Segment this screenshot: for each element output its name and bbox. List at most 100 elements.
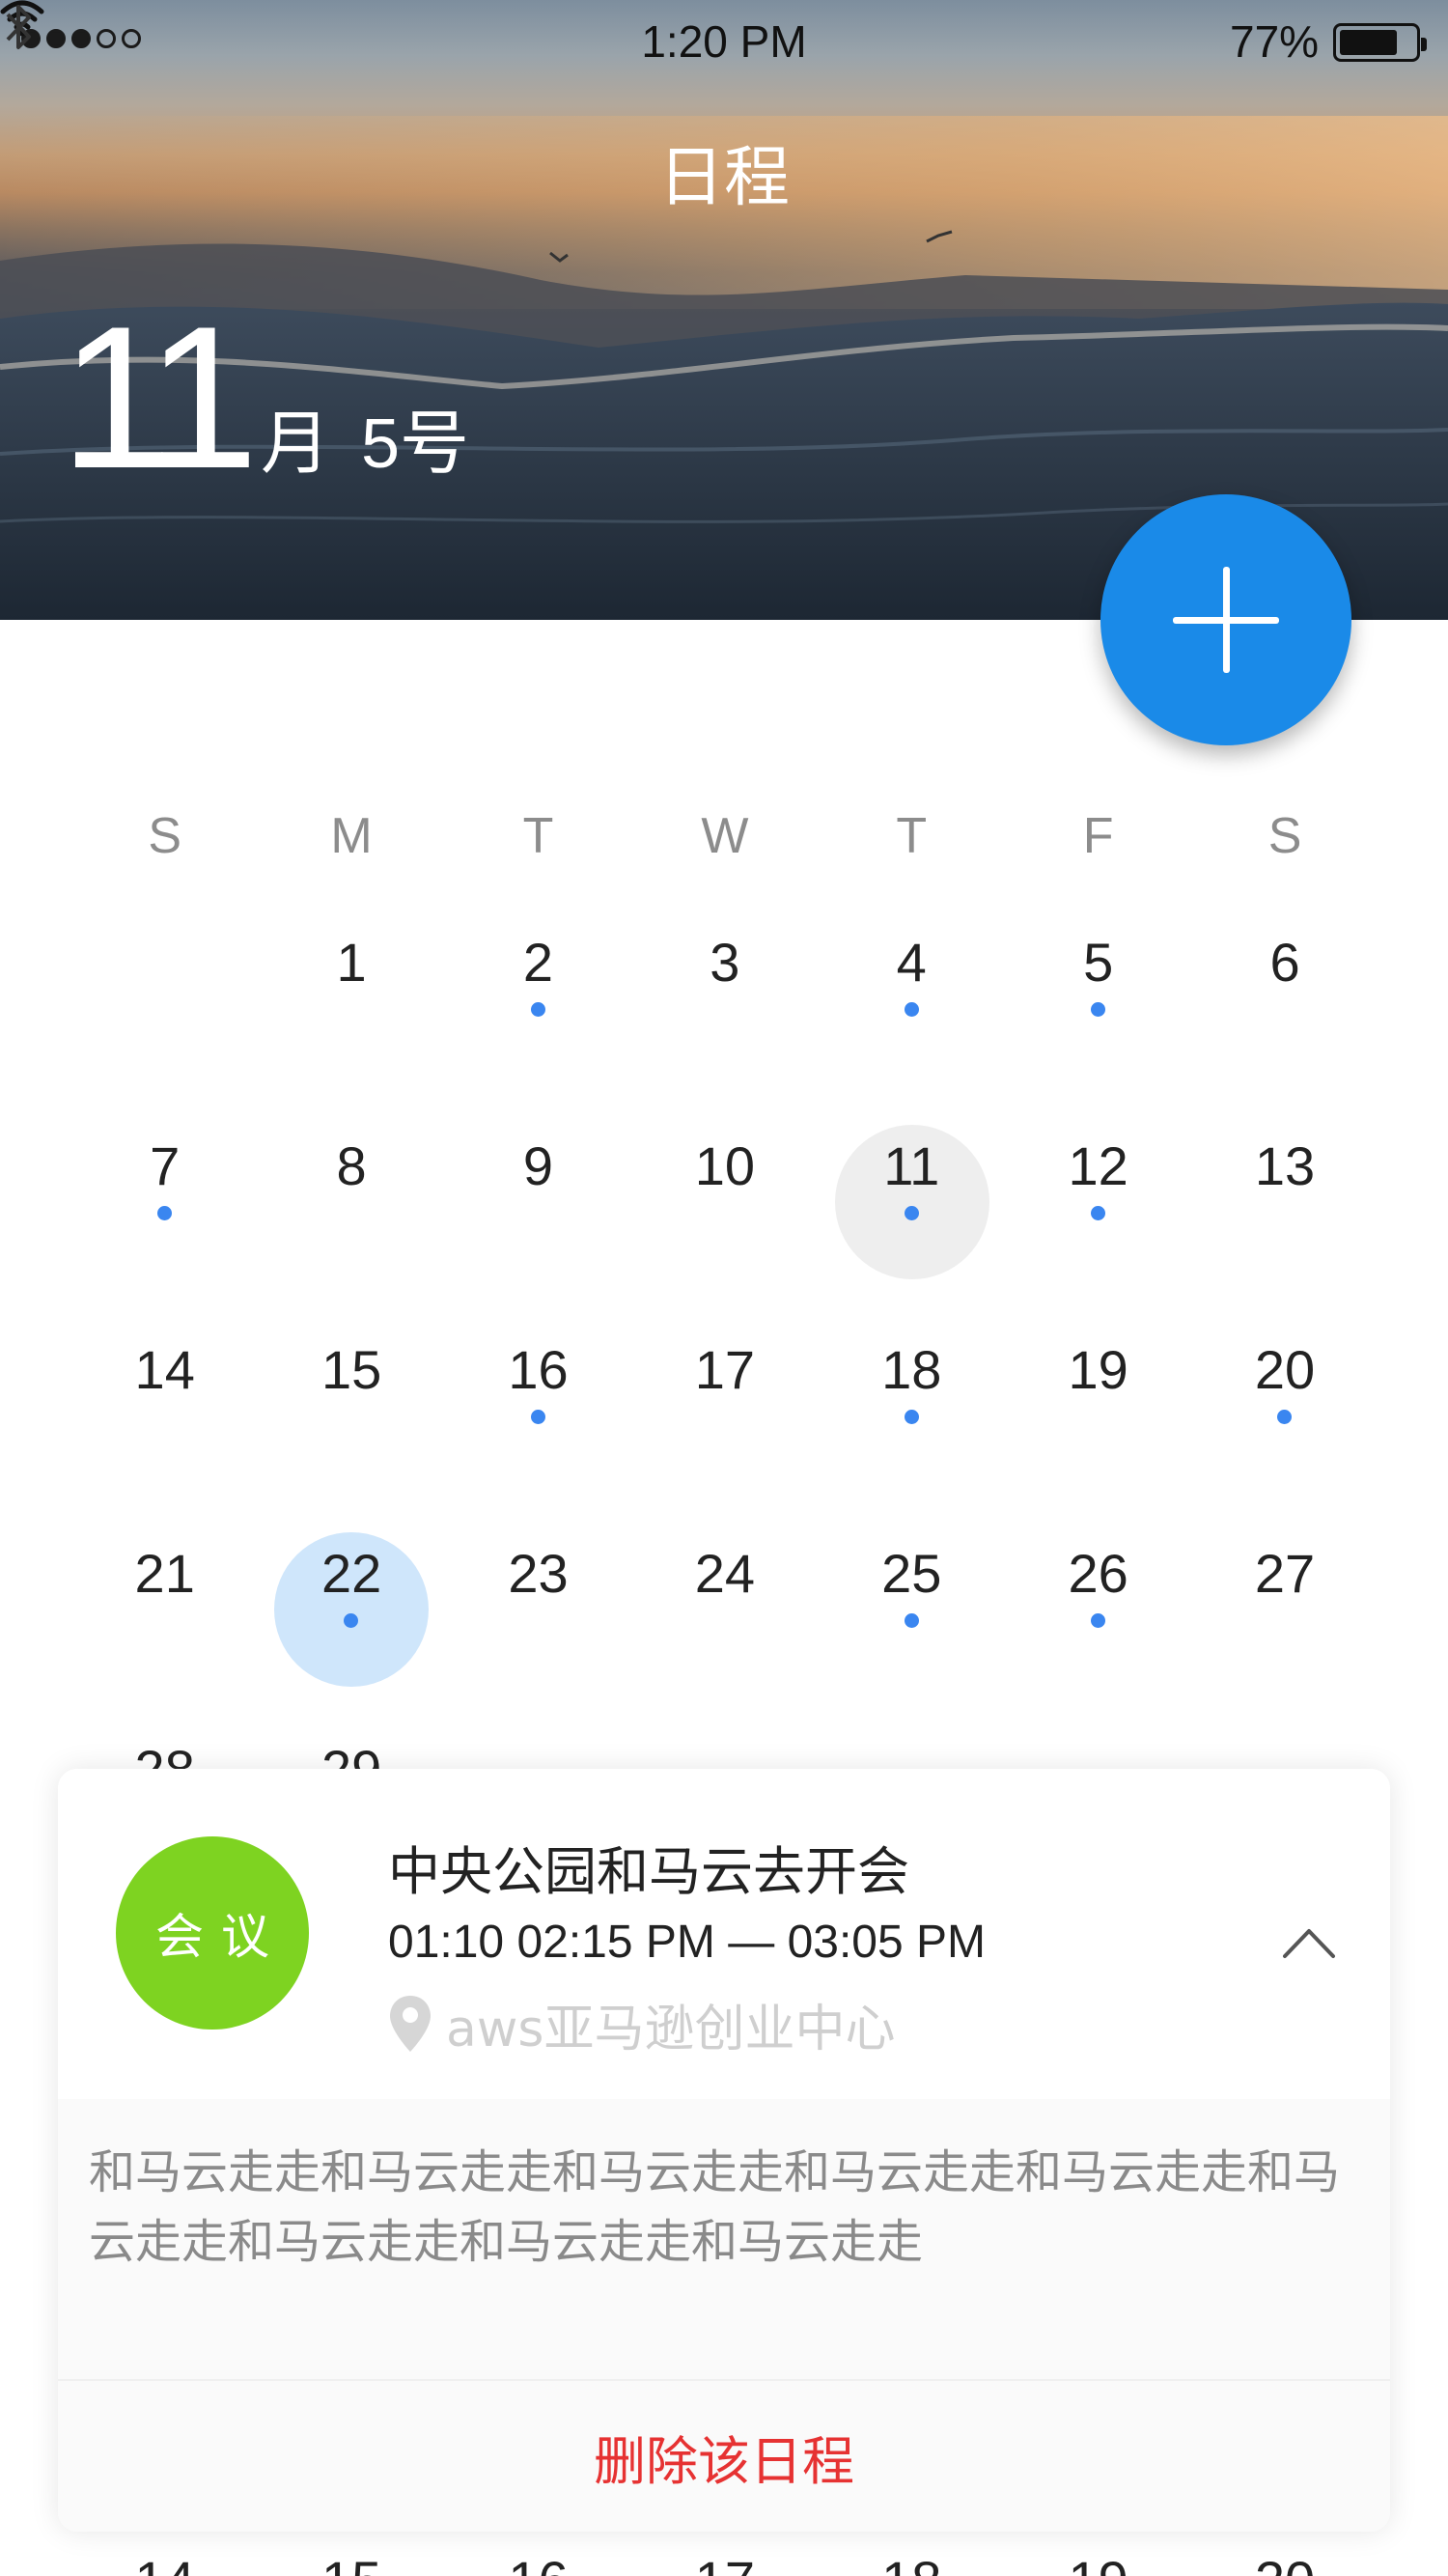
- date-day-number: 11: [60, 284, 259, 511]
- current-date: 11 月 5号: [60, 296, 470, 499]
- calendar-day-24[interactable]: 24: [631, 1490, 818, 1694]
- status-bar: 1:20 PM 77%: [0, 0, 1448, 85]
- calendar-day-number[interactable]: 19: [1005, 2549, 1191, 2576]
- calendar-day-8[interactable]: 8: [258, 1082, 444, 1286]
- calendar-day-3[interactable]: 3: [631, 879, 818, 1082]
- event-indicator-dot: [1090, 1002, 1105, 1017]
- event-type-badge: 会议: [116, 1836, 309, 2030]
- calendar-day-17[interactable]: 17: [631, 1286, 818, 1490]
- calendar-day-10[interactable]: 10: [631, 1082, 818, 1286]
- calendar-day-number: 6: [1269, 932, 1300, 993]
- event-description-text: 和马云走走和马云走走和马云走走和马云走走和马云走走和马云走走和马云走走和马云走走…: [89, 2145, 1341, 2269]
- calendar-day-26[interactable]: 26: [1005, 1490, 1191, 1694]
- calendar-day-number: 3: [710, 932, 740, 993]
- calendar-day-2[interactable]: 2: [445, 879, 631, 1082]
- calendar-day-number: 13: [1254, 1135, 1316, 1196]
- calendar-day-number[interactable]: 16: [445, 2549, 631, 2576]
- calendar-day-7[interactable]: 7: [71, 1082, 258, 1286]
- calendar-day-number: 12: [1068, 1135, 1128, 1196]
- calendar-day-13[interactable]: 13: [1191, 1082, 1378, 1286]
- calendar-day-number: 21: [134, 1543, 195, 1604]
- calendar-day-27[interactable]: 27: [1191, 1490, 1378, 1694]
- chevron-up-icon[interactable]: [1282, 1925, 1336, 1960]
- calendar-day-number: 4: [896, 932, 927, 993]
- delete-event-button[interactable]: 删除该日程: [58, 2379, 1390, 2532]
- calendar-day-number: 14: [134, 1339, 195, 1400]
- calendar-day-number[interactable]: 20: [1191, 2549, 1378, 2576]
- calendar-day-9[interactable]: 9: [445, 1082, 631, 1286]
- calendar-day-number[interactable]: 15: [258, 2549, 444, 2576]
- event-time: 01:10 02:15 PM — 03:05 PM: [388, 1917, 987, 1968]
- calendar-day-22[interactable]: 22: [258, 1490, 444, 1694]
- location-pin-icon: [390, 1996, 431, 2052]
- calendar-day-number: 22: [320, 1543, 382, 1604]
- event-indicator-dot: [904, 1206, 919, 1220]
- calendar-day-1[interactable]: 1: [258, 879, 444, 1082]
- weekday-label: S: [148, 808, 182, 864]
- calendar-day-number: 20: [1254, 1339, 1316, 1400]
- battery-percent: 77%: [1230, 16, 1320, 67]
- calendar-day-12[interactable]: 12: [1005, 1082, 1191, 1286]
- delete-event-label: 删除该日程: [594, 2430, 854, 2492]
- event-location-text: aws亚马逊创业中心: [446, 2000, 896, 2058]
- event-location: aws亚马逊创业中心: [388, 1993, 896, 2058]
- event-indicator-dot: [1277, 1410, 1293, 1424]
- bluetooth-icon: [6, 5, 31, 49]
- weekday-label: S: [1267, 808, 1302, 864]
- calendar-day-15[interactable]: 15: [258, 1286, 444, 1490]
- event-indicator-dot: [904, 1002, 919, 1017]
- calendar-day-14[interactable]: 14: [71, 1286, 258, 1490]
- calendar-day-number: 9: [522, 1135, 554, 1196]
- weekday-label: W: [701, 808, 749, 864]
- calendar-day-number: 19: [1068, 1339, 1128, 1400]
- calendar-day-16[interactable]: 16: [445, 1286, 631, 1490]
- calendar-day-empty: [71, 879, 258, 1082]
- calendar-day-number: 27: [1254, 1543, 1316, 1604]
- calendar-day-21[interactable]: 21: [71, 1490, 258, 1694]
- add-event-button[interactable]: [1100, 494, 1351, 745]
- calendar-day-number: 2: [522, 932, 554, 993]
- calendar-day-number: 18: [881, 1339, 942, 1400]
- calendar-week-row: 7 8 9 10 11 12 13: [71, 1082, 1378, 1286]
- calendar-day-number: 25: [881, 1543, 942, 1604]
- calendar-day-6[interactable]: 6: [1191, 879, 1378, 1082]
- weekday-label: T: [896, 808, 928, 864]
- date-day-of-month: 5号: [361, 406, 470, 483]
- calendar-day-4[interactable]: 4: [819, 879, 1005, 1082]
- weekday-label: T: [522, 808, 554, 864]
- event-indicator-dot: [1090, 1613, 1105, 1628]
- calendar-day-number[interactable]: 17: [631, 2549, 818, 2576]
- event-description: 和马云走走和马云走走和马云走走和马云走走和马云走走和马云走走和马云走走和马云走走…: [58, 2099, 1390, 2379]
- calendar-day-number: 26: [1068, 1543, 1128, 1604]
- calendar-day-18[interactable]: 18: [819, 1286, 1005, 1490]
- weekday-label: F: [1082, 808, 1114, 864]
- event-title: 中央公园和马云去开会: [388, 1841, 909, 1902]
- calendar-day-number[interactable]: 14: [71, 2549, 258, 2576]
- event-indicator-dot: [157, 1206, 172, 1220]
- page-title: 日程: [657, 140, 790, 216]
- weekday-header: SMTWTFS: [71, 807, 1378, 865]
- calendar-day-20[interactable]: 20: [1191, 1286, 1378, 1490]
- calendar-row-bottom: 14151617181920: [71, 2549, 1378, 2576]
- calendar-day-5[interactable]: 5: [1005, 879, 1191, 1082]
- event-summary[interactable]: 会议 中央公园和马云去开会 01:10 02:15 PM — 03:05 PM …: [58, 1769, 1390, 2099]
- calendar-day-number: 11: [883, 1135, 940, 1196]
- event-card[interactable]: 会议 中央公园和马云去开会 01:10 02:15 PM — 03:05 PM …: [58, 1769, 1390, 2532]
- calendar-day-23[interactable]: 23: [445, 1490, 631, 1694]
- event-indicator-dot: [530, 1002, 545, 1017]
- calendar-day-number: 17: [694, 1339, 756, 1400]
- calendar-day-11[interactable]: 11: [819, 1082, 1005, 1286]
- calendar-day-number: 15: [320, 1339, 382, 1400]
- calendar-day-number: 5: [1083, 932, 1114, 993]
- calendar-day-number: 23: [508, 1543, 569, 1604]
- calendar-day-number[interactable]: 18: [819, 2549, 1005, 2576]
- calendar-day-number: 24: [694, 1543, 756, 1604]
- calendar-day-19[interactable]: 19: [1005, 1286, 1191, 1490]
- date-month-unit: 月: [261, 406, 331, 483]
- calendar-week-row: 1 2 3 4 5 6: [71, 879, 1378, 1082]
- event-indicator-dot: [904, 1410, 919, 1424]
- calendar-week-row: 14 15 16 17 18 19 20: [71, 1286, 1378, 1490]
- event-indicator-dot: [904, 1613, 919, 1628]
- calendar-day-25[interactable]: 25: [819, 1490, 1005, 1694]
- weekday-label: M: [330, 808, 373, 864]
